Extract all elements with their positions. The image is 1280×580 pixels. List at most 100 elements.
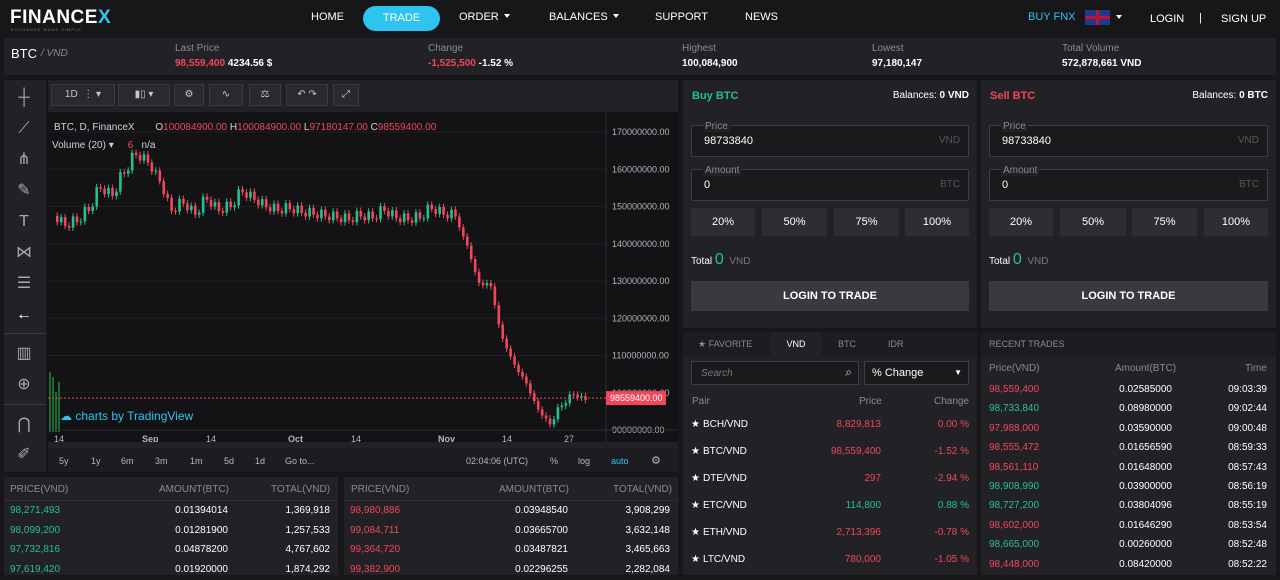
- range-3m[interactable]: 3m: [155, 456, 168, 466]
- buy-pct-75[interactable]: 75%: [834, 208, 899, 236]
- buy-pct-50[interactable]: 50%: [762, 208, 827, 236]
- last-price-vnd: 98,559,400: [175, 58, 226, 69]
- market-row[interactable]: ★ LTC/VND 780,000 -1.05 %: [683, 551, 977, 573]
- nav-login[interactable]: LOGIN: [1150, 13, 1184, 25]
- nav-order[interactable]: ORDER: [459, 11, 510, 23]
- range-5d[interactable]: 5d: [224, 456, 234, 466]
- lock-drawing-icon[interactable]: ✐: [13, 444, 35, 466]
- range-1y[interactable]: 1y: [91, 456, 101, 466]
- trendline-icon[interactable]: ⟋: [13, 118, 35, 140]
- magnet-icon[interactable]: ⋂: [13, 414, 35, 436]
- order-row[interactable]: 97,619,420 0.01920000 1,874,292: [4, 561, 338, 580]
- nav-balances[interactable]: BALANCES: [549, 11, 619, 23]
- sort-select[interactable]: % Change ▼: [864, 361, 969, 385]
- goto-date[interactable]: Go to...: [285, 456, 315, 466]
- range-6m[interactable]: 6m: [121, 456, 134, 466]
- sell-pct-100[interactable]: 100%: [1204, 208, 1268, 236]
- candle-body: [481, 282, 485, 286]
- candle-body: [402, 213, 406, 223]
- fib-icon[interactable]: ☰: [13, 273, 35, 295]
- undo-redo-icon[interactable]: ↶ ↷: [286, 84, 328, 106]
- trade-row: 98,665,000 0.00260000 08:52:48: [981, 536, 1276, 555]
- star-icon[interactable]: ★: [691, 554, 700, 565]
- range-5y[interactable]: 5y: [59, 456, 69, 466]
- auto-scale-toggle[interactable]: auto: [611, 456, 629, 466]
- market-row[interactable]: ★ BTC/VND 98,559,400 -1.52 %: [683, 443, 977, 465]
- sell-price-field[interactable]: Price 98733840 VND: [989, 121, 1268, 157]
- tradingview-watermark[interactable]: ☁ charts by TradingView: [60, 409, 193, 423]
- brush-icon[interactable]: ✎: [13, 180, 35, 202]
- brand-logo[interactable]: FINANCEX: [10, 7, 111, 29]
- buy-pct-100[interactable]: 100%: [905, 208, 969, 236]
- candle-body: [367, 211, 371, 221]
- percent-scale-toggle[interactable]: %: [550, 456, 558, 466]
- nav-buy-fnx[interactable]: BUY FNX: [1028, 11, 1075, 23]
- trade-amount: 0.03590000: [1119, 422, 1172, 434]
- star-icon[interactable]: ★: [691, 419, 700, 430]
- market-row[interactable]: ★ ETC/VND 114,800 0.88 %: [683, 497, 977, 519]
- sell-login-button[interactable]: LOGIN TO TRADE: [989, 281, 1268, 311]
- sell-pct-75[interactable]: 75%: [1132, 208, 1197, 236]
- measure-icon[interactable]: ▥: [13, 343, 35, 365]
- chart-plot-area[interactable]: 170000000.00 160000000.00 150000000.00 1400…: [48, 112, 678, 444]
- order-row[interactable]: 98,271,493 0.01394014 1,369,918: [4, 502, 338, 521]
- log-scale-toggle[interactable]: log: [578, 456, 590, 466]
- crosshair-icon[interactable]: ┼: [13, 87, 35, 109]
- order-row[interactable]: 98,980,886 0.03948540 3,908,299: [344, 502, 678, 521]
- tab-btc[interactable]: BTC: [838, 339, 856, 349]
- search-icon[interactable]: ⌕: [845, 365, 852, 380]
- sell-pct-20[interactable]: 20%: [989, 208, 1053, 236]
- pattern-icon[interactable]: ⋈: [13, 242, 35, 264]
- sell-title: Sell BTC: [990, 90, 1036, 102]
- candle-body: [296, 205, 300, 214]
- nav-trade[interactable]: TRADE: [363, 6, 440, 31]
- fullscreen-icon[interactable]: ⤢: [333, 84, 359, 106]
- tab-favorite[interactable]: ★ FAVORITE: [698, 339, 752, 350]
- order-amount: 0.03948540: [515, 505, 568, 516]
- chevron-down-icon[interactable]: [1116, 15, 1122, 19]
- buy-amount-field[interactable]: Amount 0 BTC: [691, 165, 969, 201]
- arrow-left-icon[interactable]: ←: [13, 304, 35, 326]
- zoom-icon[interactable]: ⊕: [13, 374, 35, 396]
- range-1d[interactable]: 1d: [255, 456, 265, 466]
- market-search[interactable]: Search ⌕: [691, 361, 859, 385]
- market-row[interactable]: ★ ETH/VND 2,713,396 -0.78 %: [683, 524, 977, 546]
- star-icon[interactable]: ★: [691, 527, 700, 538]
- nav-support[interactable]: SUPPORT: [655, 11, 708, 23]
- star-icon[interactable]: ★: [691, 446, 700, 457]
- order-row[interactable]: 99,382,900 0.02296255 2,282,084: [344, 561, 678, 580]
- candlestick-svg[interactable]: 170000000.00 160000000.00 150000000.00 1400…: [48, 112, 678, 444]
- order-row[interactable]: 98,099,200 0.01281900 1,257,533: [4, 522, 338, 541]
- sell-amount-field[interactable]: Amount 0 BTC: [989, 165, 1268, 201]
- range-1m[interactable]: 1m: [190, 456, 203, 466]
- star-icon[interactable]: ★: [691, 500, 700, 511]
- uk-flag-icon[interactable]: [1085, 10, 1110, 25]
- buy-pct-20[interactable]: 20%: [691, 208, 755, 236]
- trade-row: 98,727,200 0.03804096 08:55:19: [981, 497, 1276, 516]
- text-icon[interactable]: T: [13, 211, 35, 233]
- star-icon[interactable]: ★: [691, 473, 700, 484]
- compare-icon[interactable]: ⚖: [249, 84, 281, 106]
- settings-gear-icon[interactable]: ⚙: [174, 84, 204, 106]
- markets-panel: ★ FAVORITE VND BTC IDR Search ⌕ % Change…: [683, 332, 977, 575]
- interval-select[interactable]: 1D ⋮ ▾: [51, 84, 115, 106]
- chart-type-icon[interactable]: ▮▯ ▾: [118, 84, 170, 106]
- chart-settings-gear-icon[interactable]: ⚙: [651, 454, 661, 467]
- nav-signup[interactable]: SIGN UP: [1221, 13, 1266, 25]
- nav-news[interactable]: NEWS: [745, 11, 778, 23]
- indicators-icon[interactable]: ∿: [209, 84, 243, 106]
- order-row[interactable]: 99,364,720 0.03487821 3,465,663: [344, 541, 678, 560]
- sell-pct-50[interactable]: 50%: [1060, 208, 1126, 236]
- buy-price-field[interactable]: Price 98733840 VND: [691, 121, 969, 157]
- order-row[interactable]: 97,732,816 0.04878200 4,767,602: [4, 541, 338, 560]
- candle-body: [241, 189, 244, 193]
- order-row[interactable]: 99,084,711 0.03665700 3,632,148: [344, 522, 678, 541]
- pitchfork-icon[interactable]: ⋔: [13, 149, 35, 171]
- market-search-input[interactable]: Search: [701, 368, 733, 379]
- tab-vnd[interactable]: VND: [771, 332, 821, 356]
- tab-idr[interactable]: IDR: [888, 339, 904, 349]
- nav-home[interactable]: HOME: [311, 11, 344, 23]
- buy-login-button[interactable]: LOGIN TO TRADE: [691, 281, 969, 311]
- market-row[interactable]: ★ BCH/VND 8,829,813 0.00 %: [683, 416, 977, 438]
- market-row[interactable]: ★ DTE/VND 297 -2.94 %: [683, 470, 977, 492]
